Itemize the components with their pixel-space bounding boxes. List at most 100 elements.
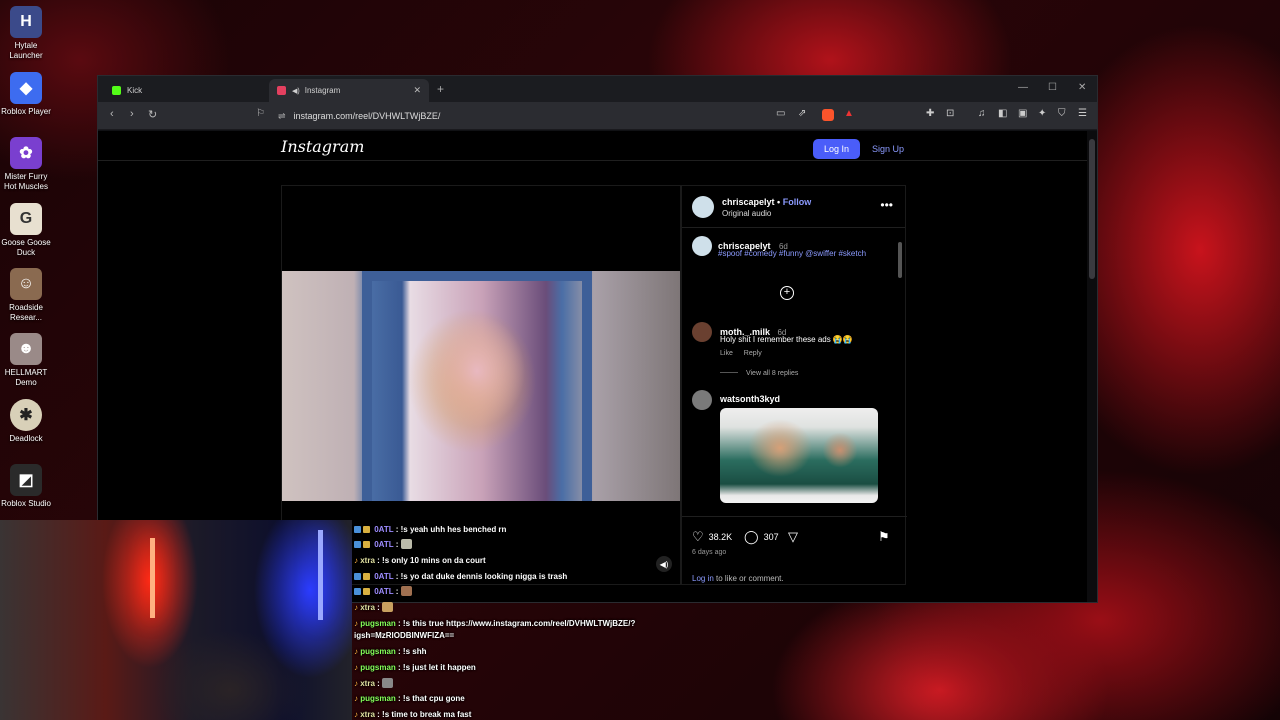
follow-button[interactable]: Follow	[783, 197, 812, 207]
tab-instagram[interactable]: ◀) Instagram ✕	[269, 79, 429, 102]
wallet-icon[interactable]: ▣	[1018, 108, 1027, 119]
desktop-icon-hellmart[interactable]: ☻ HELLMART Demo	[0, 333, 52, 388]
sidebar-icon[interactable]: ◧	[998, 108, 1007, 119]
forward-icon[interactable]: ›	[130, 108, 134, 120]
new-tab-button[interactable]: +	[437, 82, 444, 96]
reply-button[interactable]: Reply	[744, 350, 762, 357]
like-count: 38.2K	[708, 532, 733, 542]
tab-kick[interactable]: Kick	[104, 79, 269, 102]
chat-user[interactable]: pugsman	[360, 694, 396, 703]
desktop-icon-roblox-studio[interactable]: ◩ Roblox Studio	[0, 464, 52, 509]
author-avatar[interactable]	[692, 196, 714, 218]
like-button[interactable]: ♡ 38.2K	[692, 529, 732, 545]
maximize-icon[interactable]: ☐	[1048, 82, 1057, 93]
close-tab-icon[interactable]: ✕	[413, 85, 421, 96]
comment-text: Holy shit I remember these ads 😭😭	[720, 335, 853, 344]
browser-toolbar: ‹ › ↻ ⚐ ⇌ instagram.com/reel/DVHWLTWjBZE…	[98, 102, 1097, 130]
post-date: 6 days ago	[692, 549, 727, 556]
emote-icon	[400, 539, 412, 549]
desktop-icon-mister-furry[interactable]: ✿ Mister Furry Hot Muscles	[0, 137, 52, 192]
desktop-icon-deadlock[interactable]: ✱ Deadlock	[0, 399, 52, 444]
author-name[interactable]: chriscapelyt	[722, 197, 775, 207]
chat-text: :	[395, 587, 399, 596]
bookmark-save-icon: ⚑	[878, 529, 890, 544]
like-comment-button[interactable]: Like	[720, 350, 733, 357]
more-options-icon[interactable]: •••	[880, 198, 893, 212]
bookmark-icon[interactable]: ⚐	[256, 108, 265, 119]
comment-avatar[interactable]	[692, 322, 712, 342]
log-in-link[interactable]: Log in	[692, 574, 714, 583]
comment-avatar[interactable]	[692, 390, 712, 410]
chat-text: :	[377, 679, 380, 688]
reload-icon[interactable]: ↻	[148, 108, 157, 121]
chat-text: :	[395, 540, 399, 549]
screenshot-icon[interactable]: ⊡	[946, 108, 954, 119]
brave-rewards-icon[interactable]: ▲	[844, 108, 854, 119]
send-icon: ▽	[788, 529, 798, 544]
media-icon[interactable]: ♫	[978, 108, 986, 119]
chat-text: :	[377, 603, 380, 612]
deadlock-icon: ✱	[10, 399, 42, 431]
goose-icon: G	[10, 203, 42, 235]
back-icon[interactable]: ‹	[110, 108, 114, 120]
instagram-logo[interactable]: Instagram	[281, 137, 364, 156]
caption-tags[interactable]: #spoof #comedy #funny @swiffer #sketch	[718, 248, 868, 260]
chat-user[interactable]: pugsman	[360, 647, 396, 656]
stream-chat: 0ATL : !s yeah uhh hes benched rn 0ATL :…	[354, 522, 684, 720]
log-in-button[interactable]: Log In	[813, 139, 860, 159]
post-actions: ♡ 38.2K ◯ 307 ▽ ⚑ 6 days ago Log in to l…	[682, 516, 907, 586]
chat-message: ♪ pugsman : !s that cpu gone	[354, 694, 465, 703]
share-icon[interactable]: ⇗	[798, 108, 806, 119]
extensions-icon[interactable]: ✚	[926, 108, 934, 119]
chat-user[interactable]: pugsman	[360, 619, 396, 628]
chat-user[interactable]: 0ATL	[374, 525, 393, 534]
url-text[interactable]: instagram.com/reel/DVHWLTWjBZE/	[294, 111, 441, 121]
view-replies-row: View all 8 replies	[720, 370, 798, 377]
separator-dot: •	[777, 197, 781, 207]
login-prompt-text: to like or comment.	[716, 574, 784, 583]
heart-icon: ♡	[692, 529, 704, 544]
instagram-favicon-icon	[277, 86, 286, 95]
minimize-icon[interactable]: —	[1018, 82, 1028, 93]
chat-text: : !s that cpu gone	[398, 694, 465, 703]
comment-icon: ◯	[744, 529, 759, 544]
chat-user[interactable]: 0ATL	[374, 587, 393, 596]
audio-label[interactable]: Original audio	[722, 209, 771, 218]
add-icon[interactable]: +	[780, 286, 794, 300]
page-scrollbar[interactable]	[1087, 131, 1097, 602]
menu-icon[interactable]: ☰	[1078, 108, 1087, 119]
chat-text: : !s only 10 mins on da court	[377, 556, 486, 565]
caption-avatar[interactable]	[692, 236, 712, 256]
desktop-icon-label: Hytale Launcher	[9, 41, 43, 60]
chat-user[interactable]: xtra	[360, 556, 375, 565]
desktop-icon-roadside-research[interactable]: ☺ Roadside Resear...	[0, 268, 52, 323]
sign-up-link[interactable]: Sign Up	[872, 144, 904, 154]
comment-user[interactable]: watsonth3kyd	[720, 394, 780, 404]
brave-shields-icon[interactable]	[822, 109, 834, 121]
chat-message: ♪ pugsman : !s this true https://www.ins…	[354, 619, 636, 628]
comments-scrollbar[interactable]	[897, 236, 903, 508]
desktop-icon-hytale[interactable]: H Hytale Launcher	[0, 6, 52, 61]
leo-ai-icon[interactable]: ✦	[1038, 108, 1046, 119]
chat-user[interactable]: 0ATL	[374, 540, 393, 549]
mister-furry-icon: ✿	[10, 137, 42, 169]
chat-text: igsh=MzRlODBlNWFlZA==	[354, 631, 455, 640]
share-button[interactable]: ▽	[788, 529, 803, 545]
comment-button[interactable]: ◯ 307	[744, 529, 779, 545]
site-info-icon[interactable]: ⇌	[278, 111, 286, 122]
save-button[interactable]: ⚑	[878, 529, 895, 545]
chat-message: ♪ xtra : !s time to break ma fast	[354, 710, 472, 719]
chat-user[interactable]: 0ATL	[374, 572, 393, 581]
desktop-icon-goose-goose-duck[interactable]: G Goose Goose Duck	[0, 203, 52, 258]
address-bar[interactable]: ⇌ instagram.com/reel/DVHWLTWjBZE/	[278, 106, 878, 126]
desktop-icon-roblox-player[interactable]: ◆ Roblox Player	[0, 72, 52, 117]
vpn-icon[interactable]: ⛉	[1058, 108, 1066, 119]
webcam-overlay	[0, 520, 352, 720]
view-replies-button[interactable]: View all 8 replies	[746, 370, 798, 377]
cast-icon[interactable]: ▭	[776, 108, 785, 119]
close-window-icon[interactable]: ✕	[1078, 82, 1086, 93]
chat-user[interactable]: xtra	[360, 603, 375, 612]
chat-user[interactable]: pugsman	[360, 663, 396, 672]
chat-user[interactable]: xtra	[360, 710, 375, 719]
chat-user[interactable]: xtra	[360, 679, 375, 688]
